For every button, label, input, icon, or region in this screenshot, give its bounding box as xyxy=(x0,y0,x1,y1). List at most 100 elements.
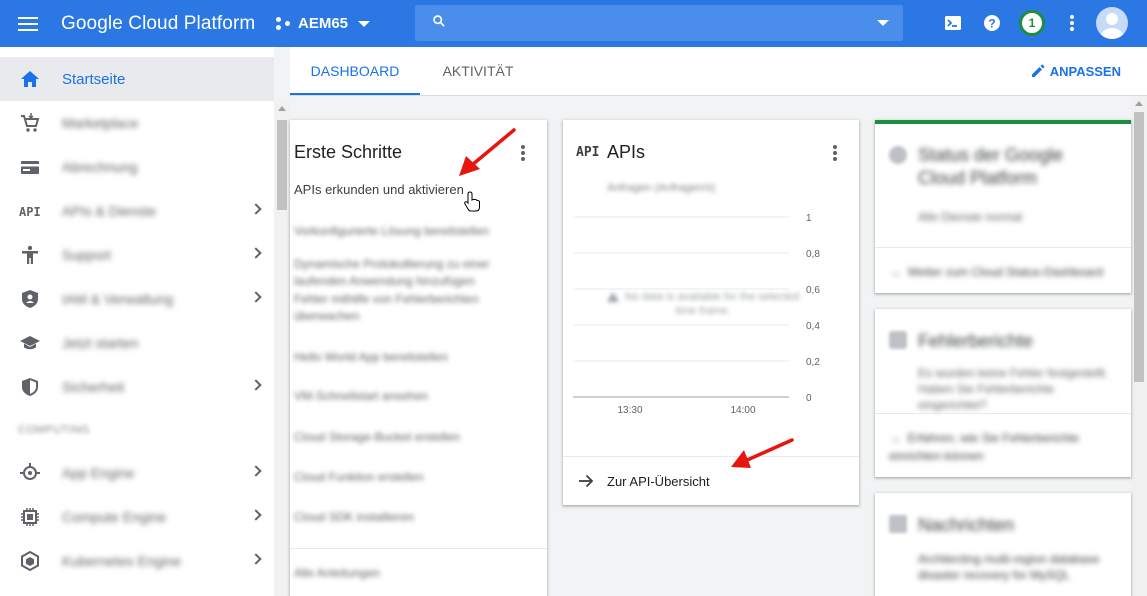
help-icon[interactable]: ? xyxy=(982,13,1002,33)
apis-card: API APIs Anfragen (Anfragen/s) 1 0,8 0,6 0,… xyxy=(563,120,859,505)
menu-icon[interactable] xyxy=(18,14,40,32)
getting-started-title: Erste Schritte xyxy=(294,142,403,162)
search-box[interactable] xyxy=(415,5,903,41)
sidebar-item-sicherheit[interactable]: Sicherheit xyxy=(0,365,274,409)
getting-started-link[interactable]: Cloud Funktion erstellen xyxy=(294,469,514,486)
getting-started-link[interactable]: Vorkonfigurierte Lösung bereitstellen xyxy=(294,223,514,240)
sidebar-scrollbar[interactable] xyxy=(274,100,290,596)
sidebar-item-label: Abrechnung xyxy=(62,159,138,175)
y-tick-label: 0 xyxy=(806,393,812,404)
y-tick-label: 0,8 xyxy=(806,249,820,260)
tab-activity[interactable]: AKTIVITÄT xyxy=(420,47,536,95)
getting-started-link[interactable]: Fehler mithilfe von Fehlerberichten über… xyxy=(294,291,514,325)
divider xyxy=(875,413,1131,414)
more-vert-icon[interactable] xyxy=(1062,13,1082,33)
sidebar-item-jetzt-starten[interactable]: Jetzt starten xyxy=(0,321,274,365)
section-label-computing: COMPUTING xyxy=(18,424,90,436)
security-shield-icon xyxy=(22,378,38,396)
error-reporting-body: Es wurden keine Fehler festgestellt. Hab… xyxy=(918,366,1109,412)
chevron-right-icon xyxy=(250,291,262,303)
home-icon xyxy=(21,71,39,87)
main-scrollbar[interactable] xyxy=(1131,96,1147,596)
sidebar-item-support[interactable]: Support xyxy=(0,233,274,277)
news-item[interactable]: Architecting multi-region database disas… xyxy=(918,551,1118,583)
x-tick-label: 14:00 xyxy=(730,405,755,416)
kubernetes-icon xyxy=(21,551,39,571)
sidebar-item-label: Jetzt starten xyxy=(62,335,139,351)
error-reporting-card: Fehlerberichte Es wurden keine Fehler fe… xyxy=(875,309,1131,477)
sidebar-item-compute-engine[interactable]: Compute Engine xyxy=(0,495,274,539)
arrow-right-icon xyxy=(579,474,594,488)
sidebar-item-label: Marketplace xyxy=(62,115,139,131)
chevron-right-icon xyxy=(250,203,262,215)
y-tick-label: 0,2 xyxy=(806,357,820,368)
error-reporting-title: Fehlerberichte xyxy=(918,331,1034,351)
error-reporting-icon xyxy=(889,331,907,349)
getting-started-link[interactable]: Cloud SDK installieren xyxy=(294,509,514,526)
sidebar-item-label: App Engine xyxy=(62,465,135,481)
search-dropdown-icon[interactable] xyxy=(877,20,889,26)
api-overview-link[interactable]: Zur API-Übersicht xyxy=(563,456,859,505)
getting-started-menu-icon[interactable] xyxy=(521,145,525,161)
chevron-right-icon xyxy=(250,553,262,565)
getting-started-link[interactable]: Dynamische Protokollierung zu einer lauf… xyxy=(294,256,514,290)
scroll-up-icon[interactable] xyxy=(278,106,286,111)
search-input[interactable] xyxy=(459,11,859,35)
sidebar-item-label: Startseite xyxy=(62,70,126,88)
no-data-text: No data is available for the selected ti… xyxy=(624,291,800,317)
news-icon xyxy=(889,515,907,533)
getting-started-card: Erste Schritte APIs erkunden und aktivie… xyxy=(290,120,547,596)
sidebar-item-label: APIs & Dienste xyxy=(62,203,157,219)
x-tick-label: 13:30 xyxy=(617,405,642,416)
getting-started-link[interactable]: Cloud Storage-Bucket erstellen xyxy=(294,429,514,446)
support-icon xyxy=(22,245,38,264)
customize-button[interactable]: ANPASSEN xyxy=(1030,63,1121,79)
tab-bar: DASHBOARD AKTIVITÄT ANPASSEN xyxy=(290,47,1147,96)
sidebar-scroll-thumb[interactable] xyxy=(277,120,287,210)
svg-text:API: API xyxy=(19,205,41,219)
brand-title[interactable]: Google Cloud Platform xyxy=(61,13,255,35)
project-name: AEM65 xyxy=(298,15,349,32)
sidebar-item-label: Support xyxy=(62,247,112,263)
billing-icon xyxy=(21,161,39,174)
caret-down-icon xyxy=(358,20,371,27)
status-dashboard-link[interactable]: → Weiter zum Cloud Status-Dashboard xyxy=(889,265,1103,279)
sidebar-item-iam-verwaltung[interactable]: IAM & Verwaltung xyxy=(0,277,274,321)
chevron-right-icon xyxy=(250,379,262,391)
status-dashboard-label: Weiter zum Cloud Status-Dashboard xyxy=(907,265,1103,279)
sidebar-item-label: IAM & Verwaltung xyxy=(62,291,174,307)
sidebar-item-marketplace[interactable]: Marketplace xyxy=(0,101,274,145)
y-tick-label: 1 xyxy=(806,213,812,224)
notification-badge[interactable]: 1 xyxy=(1019,10,1045,36)
all-tutorials-link[interactable]: Alle Anleitungen xyxy=(294,565,514,582)
sidebar-item-app-engine[interactable]: App Engine xyxy=(0,451,274,495)
sidebar-item-kubernetes-engine[interactable]: Kubernetes Engine xyxy=(0,539,274,583)
status-card: Status der Google Cloud Platform Alle Di… xyxy=(875,120,1131,293)
divider xyxy=(875,247,1131,248)
main-scroll-up-icon[interactable] xyxy=(1135,101,1143,106)
sidebar-item-label: Kubernetes Engine xyxy=(62,553,182,569)
news-card: Nachrichten Architecting multi-region da… xyxy=(875,493,1131,596)
status-icon xyxy=(889,146,907,164)
sidebar-item-apis-dienste[interactable]: API APIs & Dienste xyxy=(0,189,274,233)
avatar[interactable] xyxy=(1096,7,1128,39)
user-icon xyxy=(1101,13,1123,39)
status-body: Alle Dienste normal xyxy=(918,210,1023,224)
graduation-cap-icon xyxy=(20,336,40,350)
getting-started-link[interactable]: VM-Schnellstart ansehen xyxy=(294,388,514,405)
sidebar-item-label: Compute Engine xyxy=(62,509,167,525)
sidebar-item-label: Sicherheit xyxy=(62,379,125,395)
project-selector[interactable]: AEM65 xyxy=(276,15,371,32)
getting-started-link[interactable]: Hello World App bereitstellen xyxy=(294,349,514,366)
tab-dashboard[interactable]: DASHBOARD xyxy=(290,47,420,95)
main-scroll-thumb[interactable] xyxy=(1134,112,1144,382)
explore-apis-link[interactable]: APIs erkunden und aktivieren xyxy=(294,182,464,197)
error-reporting-link[interactable]: → Erfahren, wie Sie Fehlerberichte einri… xyxy=(889,429,1109,465)
warning-icon xyxy=(606,292,619,303)
cloud-shell-icon[interactable] xyxy=(943,13,963,33)
sidebar-item-startseite[interactable]: Startseite xyxy=(0,57,274,101)
chevron-right-icon xyxy=(250,247,262,259)
y-tick-label: 0,4 xyxy=(806,321,820,332)
arrow-right-icon: → xyxy=(889,265,901,279)
sidebar-item-abrechnung[interactable]: Abrechnung xyxy=(0,145,274,189)
